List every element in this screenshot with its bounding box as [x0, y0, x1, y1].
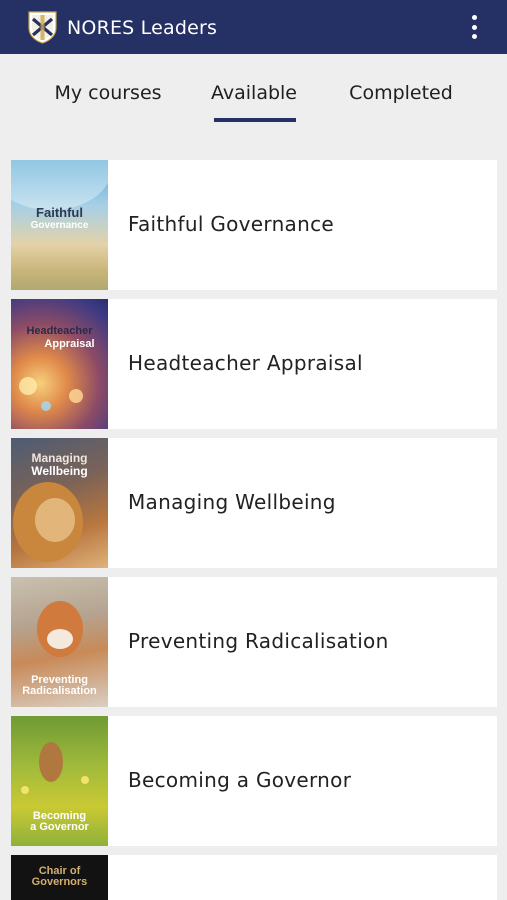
tab-available[interactable]: Available [196, 82, 312, 104]
tab-completed[interactable]: Completed [336, 82, 466, 104]
course-title: Becoming a Governor [128, 768, 352, 792]
tab-my-courses[interactable]: My courses [38, 82, 178, 104]
tab-bar: My courses Available Completed [0, 54, 507, 136]
course-thumbnail: Becoming a Governor [11, 716, 108, 846]
app-bar: NORES Leaders [0, 0, 507, 54]
shield-logo-icon [28, 11, 57, 44]
course-title: Headteacher Appraisal [128, 351, 363, 375]
course-card-chair-of-governors[interactable]: Chair of Governors [11, 855, 497, 900]
course-thumbnail: Preventing Radicalisation [11, 577, 108, 707]
thumbnail-title-line1: Headteacher [26, 325, 93, 337]
thumbnail-title-line2: a Governor [30, 821, 89, 833]
course-title: Managing Wellbeing [128, 490, 336, 514]
course-card-becoming-a-governor[interactable]: Becoming a Governor Becoming a Governor [11, 716, 497, 846]
thumbnail-title-line2: Wellbeing [31, 464, 88, 478]
thumbnail-title-line1: Faithful [36, 205, 83, 220]
course-thumbnail: Faithful Governance [11, 160, 108, 290]
course-title: Faithful Governance [128, 212, 334, 236]
course-card-managing-wellbeing[interactable]: Managing Wellbeing Managing Wellbeing [11, 438, 497, 568]
course-card-faithful-governance[interactable]: Faithful Governance Faithful Governance [11, 160, 497, 290]
course-card-headteacher-appraisal[interactable]: Headteacher Appraisal Headteacher Apprai… [11, 299, 497, 429]
active-tab-indicator [214, 118, 296, 122]
course-title: Preventing Radicalisation [128, 629, 389, 653]
course-thumbnail: Chair of Governors [11, 855, 108, 900]
course-thumbnail: Managing Wellbeing [11, 438, 108, 568]
more-vert-icon[interactable] [469, 15, 479, 39]
thumbnail-title-line2: Governors [31, 876, 88, 888]
thumbnail-title-line2: Appraisal [44, 338, 95, 350]
thumbnail-title-line2: Governance [30, 220, 89, 231]
course-thumbnail: Headteacher Appraisal [11, 299, 108, 429]
app-title: NORES Leaders [67, 17, 218, 39]
course-card-preventing-radicalisation[interactable]: Preventing Radicalisation Preventing Rad… [11, 577, 497, 707]
thumbnail-title-line2: Radicalisation [22, 685, 97, 697]
